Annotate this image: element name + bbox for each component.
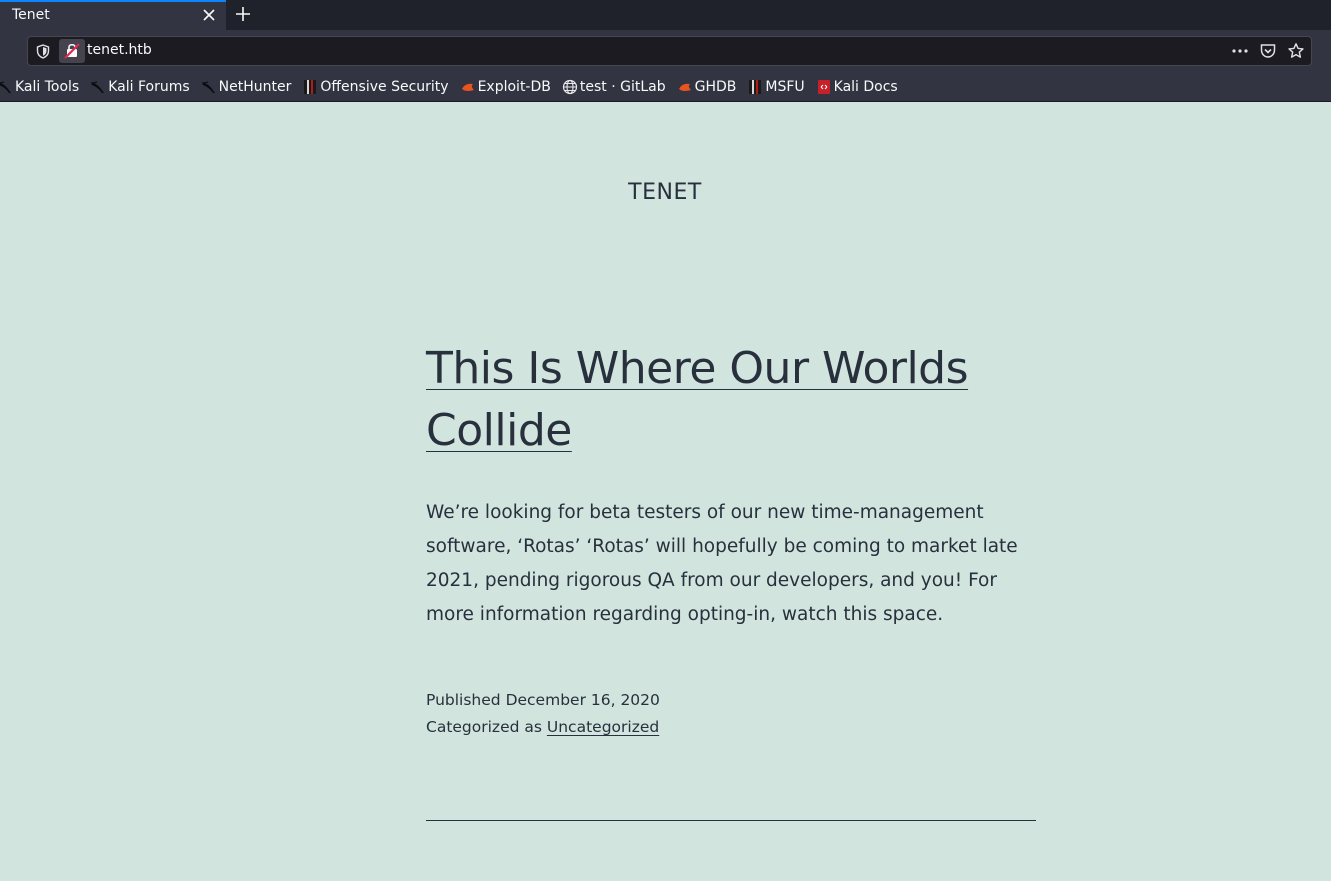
exploit-db-icon [678,83,691,91]
bookmark-nethunter[interactable]: NetHunter [201,75,292,99]
bookmark-test-gitlab[interactable]: test · GitLab [562,75,666,99]
close-icon[interactable] [202,8,216,22]
bookmark-label: GHDB [694,78,737,95]
published-label: Published [426,691,501,709]
post-article: This Is Where Our Worlds Collide We’re l… [426,338,1036,741]
insecure-lock-icon [64,43,80,59]
navigation-bar: tenet.htb [0,30,1331,72]
bookmark-msfu[interactable]: MSFU [747,75,805,99]
tab-title: Tenet [12,7,50,23]
kali-dragon-icon [0,81,11,93]
post-title-link[interactable]: This Is Where Our Worlds Collide [426,343,969,456]
post-content: We’re looking for beta testers of our ne… [426,502,1018,625]
bookmark-label: MSFU [765,78,805,95]
post-separator [426,820,1036,821]
bookmark-kali-tools[interactable]: Kali Tools [0,75,79,99]
offsec-icon [304,79,317,94]
kali-dragon-icon [201,81,215,93]
bookmark-kali-docs[interactable]: Kali Docs [816,75,898,99]
bookmark-label: NetHunter [218,78,292,95]
site-identity-icon[interactable] [59,39,85,63]
exploit-db-icon [461,83,474,91]
site-title[interactable]: TENET [65,180,1265,205]
more-actions-icon[interactable] [1231,42,1249,60]
bookmark-label: Kali Forums [108,78,190,95]
url-text[interactable]: tenet.htb [87,42,152,58]
url-bar[interactable]: tenet.htb [27,36,1312,66]
bookmark-exploit-db[interactable]: Exploit-DB [460,75,551,99]
bookmark-kali-forums[interactable]: Kali Forums [90,75,190,99]
post-title: This Is Where Our Worlds Collide [426,338,1036,462]
kali-docs-icon [817,79,830,94]
offsec-icon [749,79,762,94]
bookmark-label: Offensive Security [320,78,449,95]
post-meta: Published December 16, 2020 Categorized … [426,687,1036,741]
bookmark-ghdb[interactable]: GHDB [677,75,737,99]
bookmark-label: Kali Tools [15,78,80,95]
tracking-shield-icon[interactable] [36,44,50,59]
published-date: December 16, 2020 [505,691,660,709]
bookmarks-toolbar: Kali Tools Kali Forums NetHunter Offensi… [0,72,1331,102]
kali-dragon-icon [91,81,105,93]
pocket-icon[interactable] [1259,42,1277,60]
browser-tab[interactable]: Tenet [0,0,226,30]
category-line: Categorized as Uncategorized [426,714,1036,741]
category-label: Categorized as [426,718,542,736]
bookmark-label: test · GitLab [579,78,666,95]
tab-bar: Tenet [0,0,1331,30]
globe-icon [562,79,577,94]
bookmark-offensive-security[interactable]: Offensive Security [302,75,449,99]
category-link[interactable]: Uncategorized [547,718,659,736]
bookmark-star-icon[interactable] [1287,42,1305,60]
bookmark-label: Kali Docs [833,78,898,95]
published-line: Published December 16, 2020 [426,687,1036,714]
new-tab-plus-icon[interactable] [234,5,252,23]
bookmark-label: Exploit-DB [477,78,551,95]
